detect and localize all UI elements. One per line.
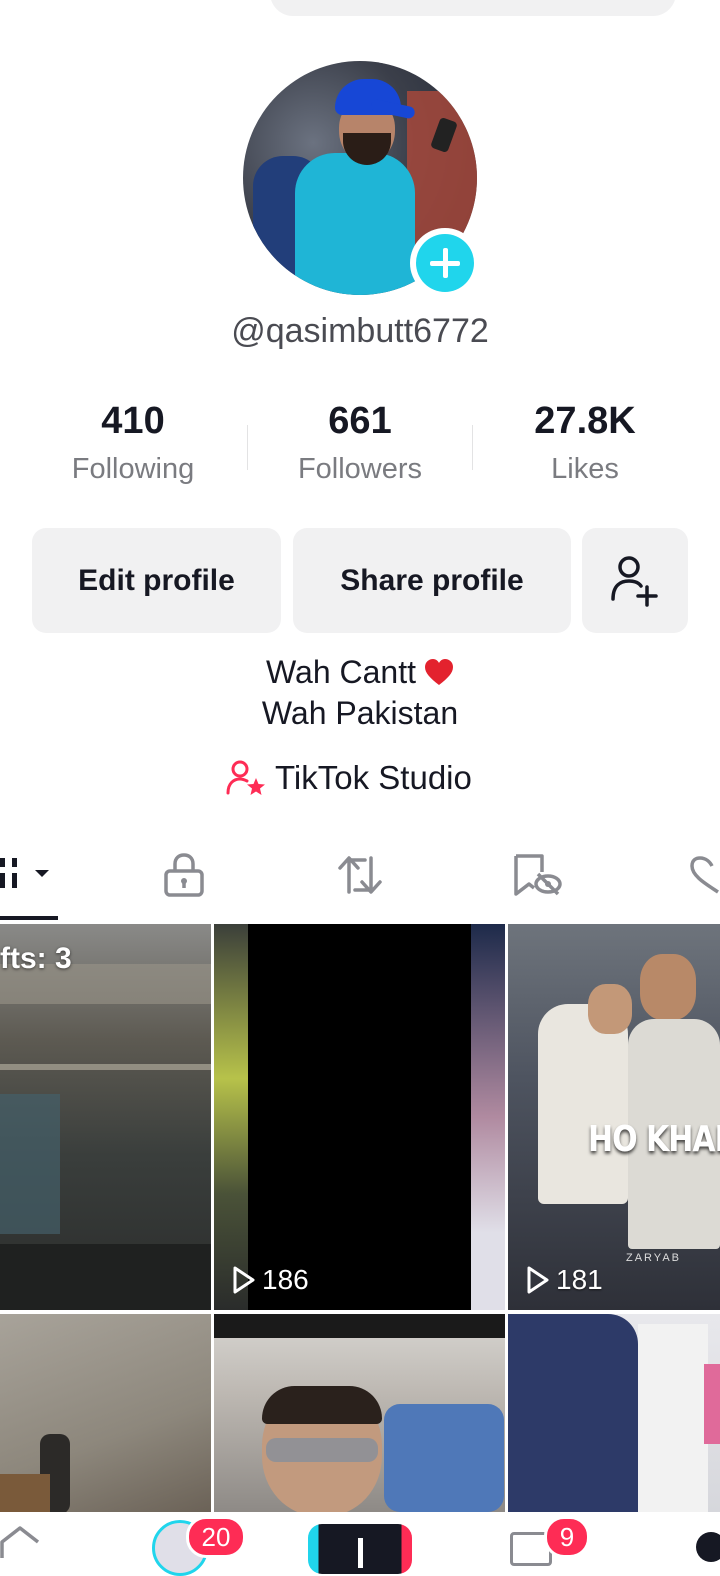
stat-following[interactable]: 410 Following [33, 400, 233, 486]
stat-followers-value: 661 [328, 400, 392, 442]
tab-private[interactable] [163, 852, 205, 903]
tab-liked[interactable] [688, 856, 720, 901]
content-tabs [0, 840, 720, 924]
stat-likes-label: Likes [551, 453, 619, 485]
view-count: 181 [526, 1264, 603, 1296]
stat-likes-value: 27.8K [534, 400, 636, 442]
video-tile[interactable] [0, 1314, 211, 1512]
add-story-button[interactable] [410, 228, 480, 298]
plus-icon [358, 1538, 363, 1568]
create-button[interactable] [308, 1524, 412, 1574]
add-friend-button[interactable] [582, 528, 688, 633]
edit-profile-button[interactable]: Edit profile [32, 528, 281, 633]
video-tile[interactable]: HO KHADE PA ZARYAB 181 [508, 924, 720, 1310]
video-overlay-text: HO KHADE PA [588, 1118, 720, 1161]
red-heart-icon [424, 659, 453, 685]
view-count-value: 181 [556, 1264, 603, 1295]
add-user-icon [611, 555, 658, 607]
view-count-value: 186 [262, 1264, 309, 1295]
stat-following-value: 410 [101, 400, 165, 442]
liked-icon [690, 856, 719, 894]
top-search-pill[interactable] [270, 0, 676, 16]
friends-badge: 20 [186, 1516, 246, 1558]
tiktok-studio-label: TikTok Studio [275, 759, 472, 796]
video-watermark: ZARYAB [626, 1252, 681, 1264]
video-tile[interactable] [508, 1314, 720, 1512]
studio-user-star-icon [226, 760, 265, 795]
home-icon [0, 1526, 40, 1558]
active-tab-indicator [0, 916, 58, 920]
lock-icon [164, 853, 204, 897]
username: @qasimbutt6772 [231, 312, 489, 350]
tiktok-studio-link[interactable]: TikTok Studio [225, 756, 472, 800]
video-tile[interactable] [214, 1314, 505, 1512]
inbox-badge: 9 [544, 1516, 590, 1558]
view-count: 186 [232, 1264, 309, 1296]
plus-icon [416, 234, 474, 292]
stat-followers[interactable]: 661 Followers [260, 400, 460, 486]
video-tile[interactable]: 186 [214, 924, 505, 1310]
drafts-label: fts: 3 [0, 942, 72, 975]
play-icon [233, 1266, 255, 1294]
tab-favorites[interactable] [512, 852, 564, 903]
stat-followers-label: Followers [297, 453, 423, 485]
stat-divider [472, 425, 473, 470]
bottom-navigation: 20 9 [0, 1512, 720, 1576]
bio-line-2: Wah Pakistan [261, 695, 459, 731]
grid-icon [0, 858, 49, 888]
tab-reposts[interactable] [335, 852, 385, 903]
share-profile-button[interactable]: Share profile [293, 528, 571, 633]
favorites-hidden-icon [514, 854, 562, 896]
bio-line-1: Wah Cantt [0, 654, 720, 691]
stat-following-label: Following [71, 453, 195, 485]
stat-divider [247, 425, 248, 470]
nav-profile[interactable] [696, 1532, 720, 1562]
play-icon [527, 1266, 549, 1294]
tab-videos[interactable] [0, 854, 56, 899]
bio-line-1-text: Wah Cantt [266, 654, 416, 690]
repost-icon [338, 856, 382, 894]
drafts-tile[interactable]: fts: 3 [0, 924, 211, 1310]
stat-likes[interactable]: 27.8K Likes [485, 400, 685, 486]
nav-home[interactable] [0, 1526, 40, 1565]
